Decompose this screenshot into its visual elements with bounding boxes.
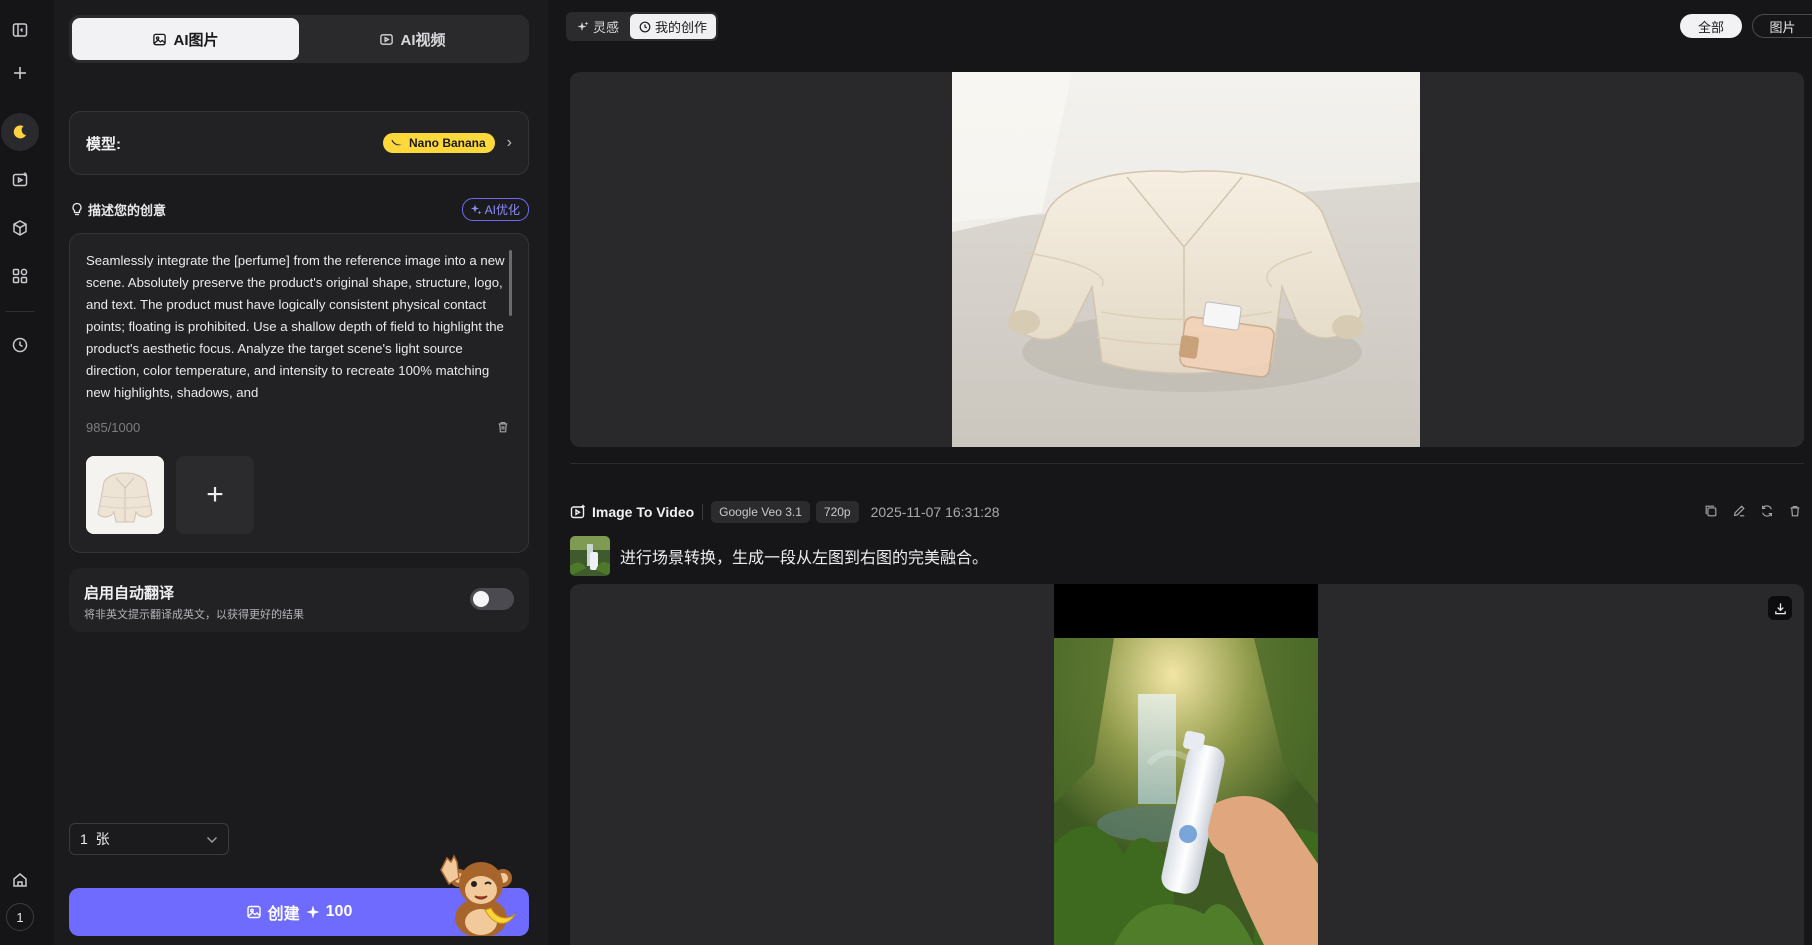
image-icon xyxy=(246,905,261,919)
model-selector[interactable]: 模型: Nano Banana › xyxy=(69,111,529,175)
result-actions xyxy=(1704,504,1804,520)
moon-icon[interactable] xyxy=(1,113,39,151)
describe-header: 描述您的创意 AI优化 xyxy=(71,197,529,221)
prompt-textarea[interactable]: Seamlessly integrate the [perfume] from … xyxy=(86,250,506,400)
image-count-select[interactable]: 1 张 xyxy=(69,823,229,855)
create-panel: AI图片 AI视频 模型: Nano Banana › 描述您的创意 AI优化 … xyxy=(54,0,548,945)
model-name: Nano Banana xyxy=(408,136,486,150)
describe-title: 描述您的创意 xyxy=(88,202,167,218)
sparkle-icon xyxy=(470,204,482,214)
toggle-knob xyxy=(473,591,489,607)
trash-icon[interactable] xyxy=(496,420,512,436)
resolution-chip: 720p xyxy=(815,501,859,523)
download-icon xyxy=(1774,602,1786,614)
auto-translate-card: 启用自动翻译 将非英文提示翻译成英文，以获得更好的结果 xyxy=(69,568,529,632)
video-add-icon[interactable] xyxy=(4,164,36,196)
sparkle-icon xyxy=(577,21,589,31)
video-add-icon xyxy=(570,504,585,519)
monkey-mascot-icon xyxy=(440,854,516,936)
tab-ai-video-label: AI视频 xyxy=(400,31,446,49)
filter-all[interactable]: 全部 xyxy=(1680,14,1742,38)
chevron-right-icon: › xyxy=(506,134,512,151)
create-cost: 100 xyxy=(325,903,353,920)
filter-images[interactable]: 图片 xyxy=(1752,14,1812,38)
result-meta: Image To Video Google Veo 3.1 720p 2025-… xyxy=(570,499,1804,525)
add-reference-button[interactable]: + xyxy=(176,456,254,534)
copy-icon[interactable] xyxy=(1704,504,1720,520)
tab-my-creations[interactable]: 我的创作 xyxy=(630,14,717,39)
video-icon xyxy=(380,33,394,45)
reference-image-thumbnail[interactable] xyxy=(86,456,164,534)
tab-my-creations-label: 我的创作 xyxy=(655,20,708,35)
history-icon[interactable] xyxy=(4,329,36,361)
delete-icon[interactable] xyxy=(1788,504,1804,520)
ai-optimize-label: AI优化 xyxy=(484,202,520,217)
model-badge: Nano Banana xyxy=(382,133,495,153)
result-card-image xyxy=(570,72,1804,447)
cube-icon[interactable] xyxy=(4,212,36,244)
lightbulb-icon xyxy=(72,202,82,216)
prompt-char-count: 985/1000 xyxy=(86,420,141,435)
tab-ai-image[interactable]: AI图片 xyxy=(72,18,299,60)
result-prompt-text: 进行场景转换，生成一段从左图到右图的完美融合。 xyxy=(620,550,989,567)
result-prompt-row: 进行场景转换，生成一段从左图到右图的完美融合。 xyxy=(570,536,988,576)
gallery-area: 灵感 我的创作 全部 图片 Image To Video Google Veo … xyxy=(548,0,1812,945)
panel-toggle-icon[interactable] xyxy=(4,14,36,46)
auto-translate-subtitle: 将非英文提示翻译成英文，以获得更好的结果 xyxy=(84,609,304,621)
card-divider xyxy=(570,463,1804,464)
plus-icon[interactable] xyxy=(4,57,36,89)
tab-inspiration-label: 灵感 xyxy=(593,20,620,35)
result-card-video xyxy=(570,584,1804,945)
generated-video[interactable] xyxy=(1054,584,1318,945)
tab-inspiration[interactable]: 灵感 xyxy=(568,14,628,39)
input-image-thumbnail[interactable] xyxy=(570,536,610,576)
model-label: 模型: xyxy=(86,135,121,153)
image-count-value: 1 张 xyxy=(80,831,110,847)
edit-icon[interactable] xyxy=(1732,504,1748,520)
result-type-label: Image To Video xyxy=(592,504,695,520)
create-label: 创建 xyxy=(267,906,300,923)
result-date: 2025-11-07 16:31:28 xyxy=(870,504,1000,520)
banana-icon xyxy=(390,140,403,147)
download-button[interactable] xyxy=(1768,596,1792,620)
home-icon[interactable] xyxy=(4,864,36,896)
sparkle-icon xyxy=(306,905,320,919)
model-chip: Google Veo 3.1 xyxy=(711,501,810,523)
prompt-scrollbar[interactable] xyxy=(509,250,512,316)
clock-icon xyxy=(639,21,651,32)
mode-switch: AI图片 AI视频 xyxy=(69,15,529,63)
auto-translate-toggle[interactable] xyxy=(470,588,514,610)
create-button[interactable]: 创建 100 xyxy=(69,854,529,936)
chevron-down-icon xyxy=(206,831,218,847)
tab-ai-image-label: AI图片 xyxy=(173,31,219,49)
generated-image[interactable] xyxy=(952,72,1420,447)
auto-translate-title: 启用自动翻译 xyxy=(84,585,175,602)
rail-divider xyxy=(6,311,34,312)
prompt-box: Seamlessly integrate the [perfume] from … xyxy=(69,233,529,553)
apps-icon[interactable] xyxy=(4,260,36,292)
regenerate-icon[interactable] xyxy=(1760,504,1776,520)
tab-ai-video[interactable]: AI视频 xyxy=(299,18,526,60)
page-number-badge[interactable]: 1 xyxy=(6,903,34,931)
gallery-tabs: 灵感 我的创作 xyxy=(566,12,719,41)
image-icon xyxy=(153,33,167,45)
icon-rail: 1 xyxy=(0,0,40,945)
ai-optimize-button[interactable]: AI优化 xyxy=(461,197,529,221)
result-type: Image To Video xyxy=(570,504,704,520)
